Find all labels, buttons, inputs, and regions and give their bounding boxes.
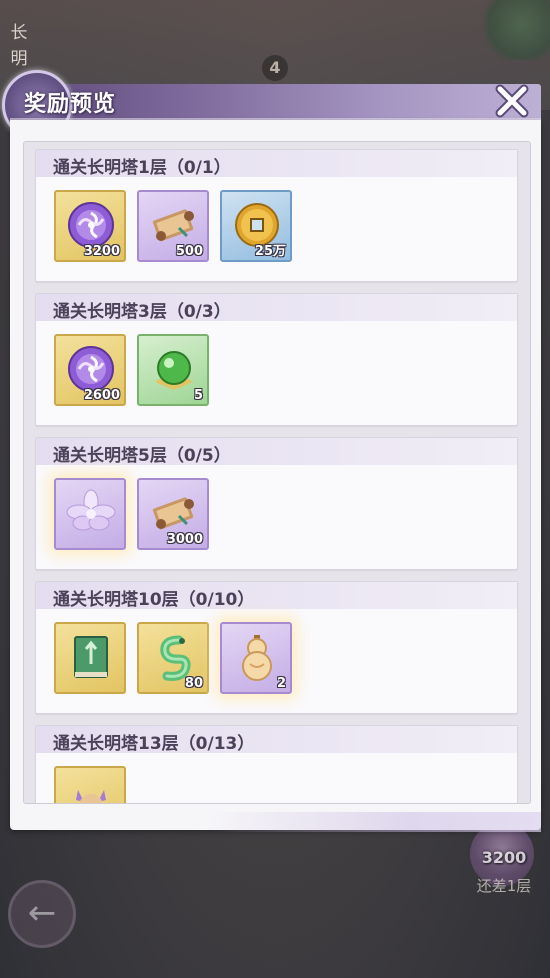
- reward-group-header: 通关长明塔10层（0/10）: [36, 582, 517, 610]
- reward-item-slot[interactable]: 80: [137, 622, 209, 694]
- reward-group-card: 通关长明塔13层（0/13）: [35, 725, 518, 803]
- green-book-icon: [66, 632, 116, 682]
- reward-items-row: 3200 500 25万: [54, 190, 292, 262]
- reward-item-slot[interactable]: 25万: [220, 190, 292, 262]
- tower-name-char: 长: [10, 23, 28, 43]
- reward-group-title: 通关长明塔1层（0/1）: [53, 158, 231, 178]
- reward-item-slot[interactable]: [54, 478, 126, 550]
- reward-item-slot[interactable]: 5: [137, 334, 209, 406]
- reward-item-count: 3200: [83, 244, 120, 259]
- reward-item-slot[interactable]: [54, 622, 126, 694]
- modal-title: 奖励预览: [24, 92, 117, 117]
- back-button[interactable]: ←: [8, 880, 76, 948]
- reward-item-slot[interactable]: [54, 766, 126, 803]
- reward-item-slot[interactable]: 2600: [54, 334, 126, 406]
- floor-number-badge: 4: [262, 55, 288, 81]
- reward-item-slot[interactable]: 2: [220, 622, 292, 694]
- back-arrow-icon: ←: [27, 893, 57, 933]
- reward-items-row: 80 2: [54, 622, 292, 694]
- reward-item-count: 2600: [83, 388, 120, 403]
- reward-item-count: 3000: [166, 532, 203, 547]
- reward-group-header: 通关长明塔13层（0/13）: [36, 726, 517, 754]
- reward-item-count: 80: [184, 676, 203, 691]
- modal-body: 通关长明塔1层（0/1） 3200 500 25万 通关长明塔3层（0/3） 2600 5 通…: [10, 120, 541, 832]
- reward-item-count: 2: [276, 676, 286, 691]
- close-button[interactable]: [491, 80, 533, 122]
- reward-items-row: 3000: [54, 478, 209, 550]
- gourd-icon: [232, 632, 282, 682]
- scroll-icon: [149, 200, 199, 250]
- reward-group-card: 通关长明塔1层（0/1） 3200 500 25万: [35, 149, 518, 282]
- background-remaining-floors-label: 还差1层: [476, 877, 532, 895]
- tower-name-char: 明: [10, 49, 28, 69]
- reward-preview-modal: 奖励预览 通关长明塔1层（0/1） 3200 500 25万通关长明塔3层（0/3） 2…: [2, 70, 541, 832]
- reward-group-title: 通关长明塔3层（0/3）: [53, 302, 231, 322]
- modal-footer-decoration: [210, 812, 541, 832]
- purple-swirl-orb-icon: [66, 344, 116, 394]
- reward-group-title: 通关长明塔13层（0/13）: [53, 734, 255, 754]
- green-orb-icon: [149, 344, 199, 394]
- reward-items-row: 2600 5: [54, 334, 209, 406]
- background-tower-name: 长 明: [8, 20, 30, 72]
- reward-items-row: [54, 766, 126, 803]
- reward-item-slot[interactable]: 3200: [54, 190, 126, 262]
- reward-group-title: 通关长明塔10层（0/10）: [53, 590, 255, 610]
- reward-group-card: 通关长明塔3层（0/3） 2600 5: [35, 293, 518, 426]
- background-tree: [480, 0, 550, 60]
- reward-list[interactable]: 通关长明塔1层（0/1） 3200 500 25万 通关长明塔3层（0/3） 2600 5 通…: [24, 142, 530, 803]
- reward-group-card: 通关长明塔5层（0/5） 3000: [35, 437, 518, 570]
- purple-swirl-orb-icon: [66, 200, 116, 250]
- fox-charm-icon: [66, 776, 116, 803]
- reward-group-header: 通关长明塔1层（0/1）: [36, 150, 517, 178]
- reward-group-header: 通关长明塔3层（0/3）: [36, 294, 517, 322]
- reward-item-slot[interactable]: 500: [137, 190, 209, 262]
- reward-group-card: 通关长明塔10层（0/10） 80 2: [35, 581, 518, 714]
- modal-header: 奖励预览: [2, 70, 541, 140]
- reward-group-title: 通关长明塔5层（0/5）: [53, 446, 231, 466]
- scroll-icon: [149, 488, 199, 538]
- reward-list-frame: 通关长明塔1层（0/1） 3200 500 25万 通关长明塔3层（0/3） 2600 5 通…: [23, 141, 531, 804]
- reward-item-count: 5: [193, 388, 203, 403]
- reward-item-count: 500: [175, 244, 203, 259]
- reward-group-header: 通关长明塔5层（0/5）: [36, 438, 517, 466]
- lotus-flower-icon: [66, 488, 116, 538]
- close-icon: [495, 84, 529, 118]
- reward-item-slot[interactable]: 3000: [137, 478, 209, 550]
- reward-item-count: 25万: [254, 244, 286, 259]
- jade-dragon-icon: [149, 632, 199, 682]
- background-currency-amount: 3200: [481, 848, 527, 867]
